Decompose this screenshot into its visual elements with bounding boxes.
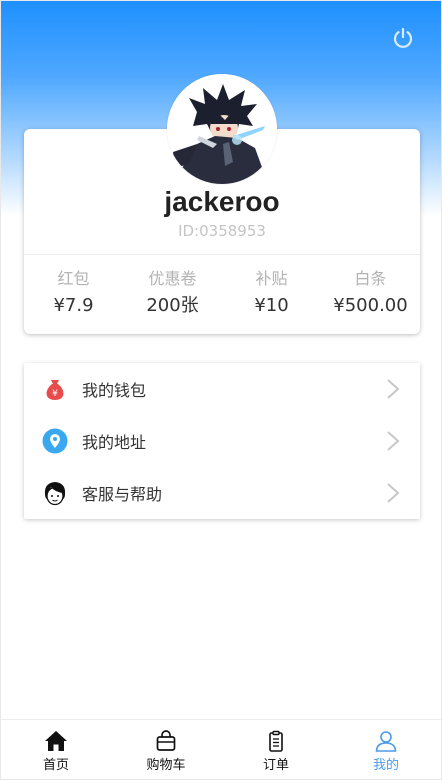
menu-label: 我的地址 <box>82 433 147 452</box>
profile-screen: jackeroo ID:0358953 红包 ¥7.9 优惠卷 200张 补贴 … <box>0 0 442 780</box>
menu-item-wallet[interactable]: ¥ 我的钱包 <box>24 363 420 415</box>
home-icon <box>45 731 67 751</box>
tab-label: 订单 <box>262 758 289 773</box>
tab-label: 购物车 <box>146 758 186 773</box>
order-icon <box>269 730 283 752</box>
tab-home[interactable]: 首页 <box>1 720 111 779</box>
tab-mine[interactable]: 我的 <box>331 720 441 779</box>
tab-label: 首页 <box>42 758 69 773</box>
location-icon <box>42 428 68 454</box>
menu-label: 客服与帮助 <box>82 485 163 504</box>
wallet-icon: ¥ <box>42 376 68 402</box>
stat-value: ¥10 <box>254 295 289 316</box>
card-divider <box>24 254 420 255</box>
tab-orders[interactable]: 订单 <box>221 720 331 779</box>
bottom-tab-bar: 首页 购物车 订单 我的 <box>1 719 441 779</box>
stat-red-packet[interactable]: 红包 ¥7.9 <box>24 267 123 318</box>
stat-coupons[interactable]: 优惠卷 200张 <box>123 267 222 318</box>
tab-cart[interactable]: 购物车 <box>111 720 221 779</box>
menu-item-address[interactable]: 我的地址 <box>24 415 420 467</box>
user-id: ID:0358953 <box>178 222 266 240</box>
svg-text:¥: ¥ <box>52 389 58 399</box>
menu-label: 我的钱包 <box>82 381 147 400</box>
cart-icon <box>156 730 176 751</box>
chevron-right-icon <box>387 431 400 451</box>
stat-label: 优惠卷 <box>148 269 197 288</box>
menu-card: ¥ 我的钱包 我的地址 客服与帮助 <box>24 363 420 519</box>
stat-credit[interactable]: 白条 ¥500.00 <box>321 267 420 318</box>
chevron-right-icon <box>387 483 400 503</box>
stat-value: ¥500.00 <box>333 295 408 316</box>
stats-row: 红包 ¥7.9 优惠卷 200张 补贴 ¥10 白条 ¥500.00 <box>24 267 420 318</box>
user-icon <box>375 731 397 752</box>
customer-service-icon <box>42 480 68 506</box>
power-icon[interactable] <box>391 26 415 50</box>
menu-item-customer-service[interactable]: 客服与帮助 <box>24 467 420 519</box>
tab-label: 我的 <box>372 758 399 773</box>
chevron-right-icon <box>387 379 400 399</box>
stat-label: 补贴 <box>255 269 288 288</box>
avatar[interactable] <box>167 74 277 184</box>
username: jackeroo <box>164 186 280 217</box>
stat-subsidy[interactable]: 补贴 ¥10 <box>222 267 321 318</box>
stat-label: 红包 <box>57 269 90 288</box>
stat-value: 200张 <box>146 295 199 316</box>
stat-label: 白条 <box>354 269 387 288</box>
stat-value: ¥7.9 <box>53 295 94 316</box>
